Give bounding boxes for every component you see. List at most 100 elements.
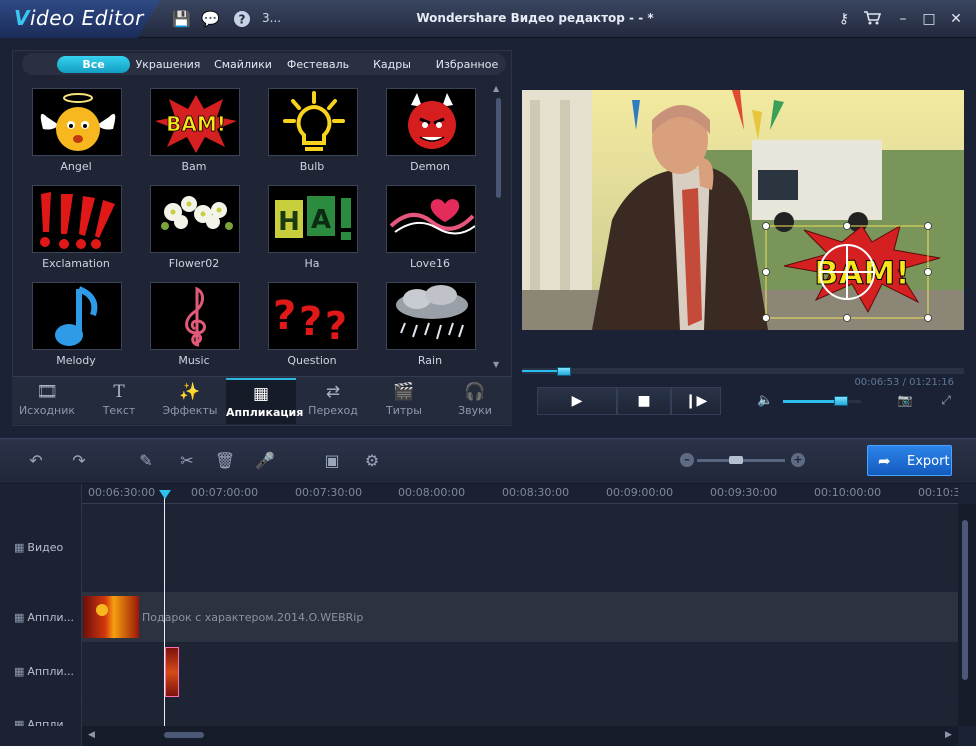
volume-slider-handle[interactable] — [834, 396, 848, 406]
ha-thumbnail[interactable]: HA — [268, 185, 358, 253]
video-preview[interactable]: BAM! — [522, 90, 964, 330]
angel-label: Angel — [60, 160, 92, 173]
application-track-2[interactable] — [82, 643, 958, 699]
zoom-in-icon[interactable]: + — [791, 453, 805, 467]
category-favorites[interactable]: Избранное — [433, 56, 501, 73]
film-icon: ▦ — [14, 665, 25, 678]
film-icon: ▦ — [14, 541, 25, 554]
flower-thumbnail[interactable] — [150, 185, 240, 253]
playback-progress-handle[interactable] — [557, 367, 571, 376]
application-track-3[interactable] — [82, 700, 958, 726]
key-icon[interactable]: ⚷ — [834, 10, 854, 28]
ruler-tick: 00:10:3 — [918, 486, 958, 499]
question-label: Question — [287, 354, 337, 367]
svg-text:H: H — [278, 207, 300, 237]
export-icon: ➦ — [878, 452, 891, 470]
question-thumbnail[interactable]: ??? — [268, 282, 358, 350]
redo-icon[interactable]: ↷ — [68, 450, 90, 472]
clip-name: Подарок с характером.2014.O.WEBRip — [142, 611, 364, 624]
cart-icon[interactable] — [862, 10, 882, 28]
ruler-tick: 00:07:30:00 — [295, 486, 363, 499]
melody-thumbnail[interactable] — [32, 282, 122, 350]
step-forward-icon: ❙▶ — [684, 393, 708, 409]
delete-icon[interactable]: 🗑 — [214, 450, 236, 472]
scroll-down-icon[interactable]: ▼ — [493, 360, 499, 369]
stop-icon: ■ — [637, 393, 651, 409]
bam-label: Bam — [181, 160, 207, 173]
minimize-button[interactable]: – — [893, 10, 913, 28]
text-t-icon: T — [113, 382, 125, 402]
angel-thumbnail[interactable] — [32, 88, 122, 156]
tab-transition[interactable]: ⇄ Переход — [298, 378, 368, 424]
step-forward-button[interactable]: ❙▶ — [671, 387, 721, 415]
ruler-tick: 00:08:00:00 — [398, 486, 466, 499]
category-decorations[interactable]: Украшения — [134, 56, 202, 73]
tab-sounds[interactable]: 🎧 Звуки — [440, 378, 510, 424]
category-frames[interactable]: Кадры — [366, 56, 418, 73]
timeline-horizontal-scrollbar[interactable] — [82, 726, 958, 746]
zoom-slider-handle[interactable] — [729, 456, 743, 464]
menu-more[interactable]: 3... — [262, 11, 281, 25]
undo-icon[interactable]: ↶ — [25, 450, 47, 472]
melody-label: Melody — [56, 354, 96, 367]
fullscreen-icon[interactable]: ⤢ — [937, 393, 955, 409]
tab-applications[interactable]: ▦ Аппликация — [226, 378, 303, 424]
save-icon[interactable]: 💾 — [172, 10, 191, 28]
love-thumbnail[interactable] — [386, 185, 476, 253]
demon-thumbnail[interactable] — [386, 88, 476, 156]
ha-label: Ha — [304, 257, 320, 270]
export-button[interactable]: ➦ Export — [867, 445, 952, 476]
video-track[interactable] — [82, 505, 958, 591]
clapper-icon: 🎬 — [393, 382, 415, 402]
settings-icon[interactable]: ⚙ — [361, 450, 383, 472]
playback-progress-track[interactable] — [522, 368, 964, 374]
rain-label: Rain — [417, 354, 443, 367]
zoom-out-icon[interactable]: – — [680, 453, 694, 467]
tab-effects[interactable]: ✨ Эффекты — [155, 378, 225, 424]
cut-icon[interactable]: ✂ — [176, 450, 198, 472]
close-button[interactable]: ✕ — [946, 10, 966, 28]
scroll-left-icon[interactable]: ◀ — [88, 730, 95, 740]
category-all[interactable]: Все — [57, 56, 130, 73]
exclamation-thumbnail[interactable] — [32, 185, 122, 253]
play-icon: ▶ — [571, 393, 583, 409]
library-scrollbar[interactable] — [494, 86, 502, 366]
stop-button[interactable]: ■ — [617, 387, 671, 415]
timecode: 00:06:53 / 01:21:16 — [854, 377, 954, 388]
svg-text:?: ? — [239, 13, 246, 27]
microphone-icon[interactable]: 🎤 — [254, 450, 276, 472]
overlay-clip[interactable] — [165, 647, 179, 697]
category-festival[interactable]: Фестеваль — [283, 56, 353, 73]
crop-icon[interactable]: ▣ — [321, 450, 343, 472]
snapshot-icon[interactable]: 📷 — [896, 393, 914, 409]
ruler-tick: 00:06:30:00 — [88, 486, 156, 499]
tab-titles[interactable]: 🎬 Титры — [369, 378, 439, 424]
maximize-button[interactable]: □ — [919, 10, 939, 28]
ruler-tick: 00:10:00:00 — [814, 486, 882, 499]
film-icon: 🎞 — [36, 382, 58, 402]
playhead-line[interactable] — [164, 496, 165, 726]
help-icon[interactable]: ? — [233, 10, 251, 28]
volume-slider-fill — [783, 400, 841, 403]
timeline-vertical-scroll-thumb[interactable] — [962, 520, 968, 680]
edit-icon[interactable]: ✎ — [135, 450, 157, 472]
film-icon: ▦ — [14, 611, 25, 624]
music-thumbnail[interactable] — [150, 282, 240, 350]
timeline-horizontal-scroll-thumb[interactable] — [164, 732, 204, 738]
ruler-tick: 00:09:00:00 — [606, 486, 674, 499]
tab-source[interactable]: 🎞 Исходник — [12, 378, 82, 424]
comment-icon[interactable]: 💬 — [201, 10, 220, 28]
volume-icon[interactable]: 🔈 — [757, 393, 773, 408]
svg-text:?: ? — [299, 299, 322, 345]
tab-text[interactable]: T Текст — [84, 378, 154, 424]
playhead-marker[interactable] — [159, 490, 171, 499]
scroll-right-icon[interactable]: ▶ — [945, 730, 952, 740]
bam-thumbnail[interactable]: BAM! — [150, 88, 240, 156]
clip-thumbnail[interactable] — [83, 596, 139, 638]
play-button[interactable]: ▶ — [537, 387, 617, 415]
rain-thumbnail[interactable] — [386, 282, 476, 350]
svg-text:A: A — [311, 205, 331, 235]
scroll-up-icon[interactable]: ▲ — [493, 84, 499, 93]
category-smileys[interactable]: Смайлики — [211, 56, 275, 73]
bulb-thumbnail[interactable] — [268, 88, 358, 156]
